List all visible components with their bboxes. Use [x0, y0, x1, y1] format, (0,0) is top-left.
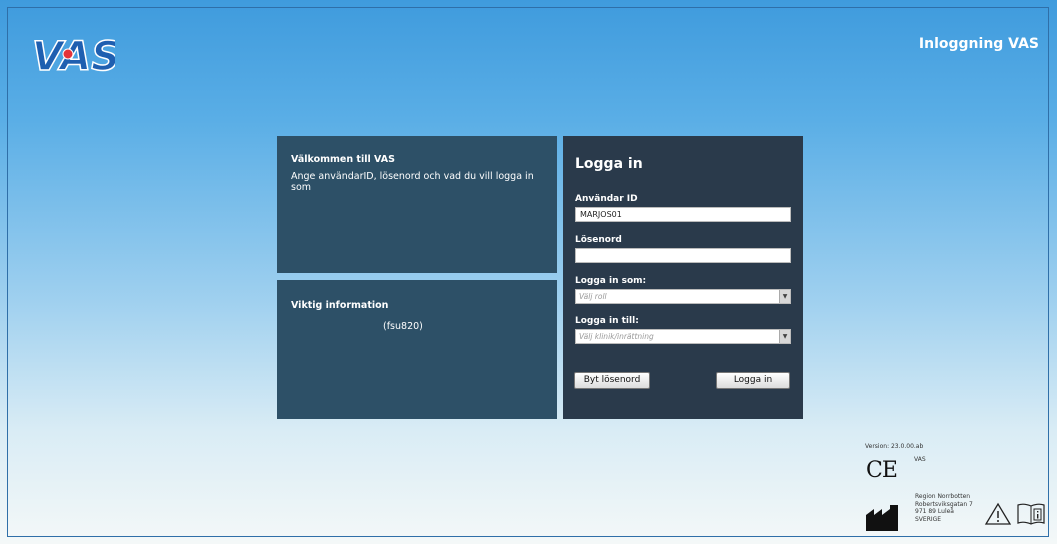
chevron-down-icon[interactable]: ▼: [779, 290, 790, 303]
svg-text:VAS: VAS: [32, 34, 115, 80]
welcome-title: Välkommen till VAS: [291, 154, 395, 165]
clinic-select[interactable]: Välj klinik/inrättning ▼: [575, 329, 791, 344]
warning-icon: [984, 502, 1012, 525]
change-password-button[interactable]: Byt lösenord: [574, 372, 650, 389]
login-button[interactable]: Logga in: [716, 372, 790, 389]
welcome-text: Ange användarID, lösenord och vad du vil…: [291, 171, 534, 193]
info-code: (fsu820): [383, 321, 423, 332]
password-input[interactable]: [575, 248, 791, 263]
address-line: Robertsviksgatan 7: [915, 500, 973, 508]
info-panel: Viktig information (fsu820): [277, 280, 557, 419]
manufacturer-icon: [866, 505, 898, 531]
version-text: Version: 23.0.00.ab: [865, 443, 924, 450]
instructions-manual-icon: [1017, 503, 1045, 525]
login-panel: Logga in Användar ID Lösenord Logga in s…: [563, 136, 803, 419]
ce-label: VAS: [914, 456, 926, 463]
vas-logo: VAS: [31, 33, 115, 80]
address-line: 971 89 Luleå: [915, 508, 954, 515]
ce-mark-icon: CE: [866, 458, 898, 483]
address-line: SVERIGE: [915, 515, 942, 523]
role-placeholder: Välj roll: [579, 292, 607, 301]
user-id-label: Användar ID: [575, 194, 638, 204]
address-line: Region Norrbotten: [915, 493, 971, 500]
password-label: Lösenord: [575, 235, 622, 245]
manufacturer-address: Region Norrbotten Robertsviksgatan 7 971…: [915, 493, 973, 523]
chevron-down-icon[interactable]: ▼: [779, 330, 790, 343]
clinic-placeholder: Välj klinik/inrättning: [579, 332, 654, 341]
page-title: Inloggning VAS: [918, 36, 1039, 52]
role-label: Logga in som:: [575, 276, 647, 286]
clinic-label: Logga in till:: [575, 316, 639, 326]
role-select[interactable]: Välj roll ▼: [575, 289, 791, 304]
welcome-panel: Välkommen till VAS Ange användarID, löse…: [277, 136, 557, 273]
user-id-input[interactable]: [575, 207, 791, 222]
info-title: Viktig information: [291, 300, 389, 311]
login-heading: Logga in: [575, 156, 643, 172]
